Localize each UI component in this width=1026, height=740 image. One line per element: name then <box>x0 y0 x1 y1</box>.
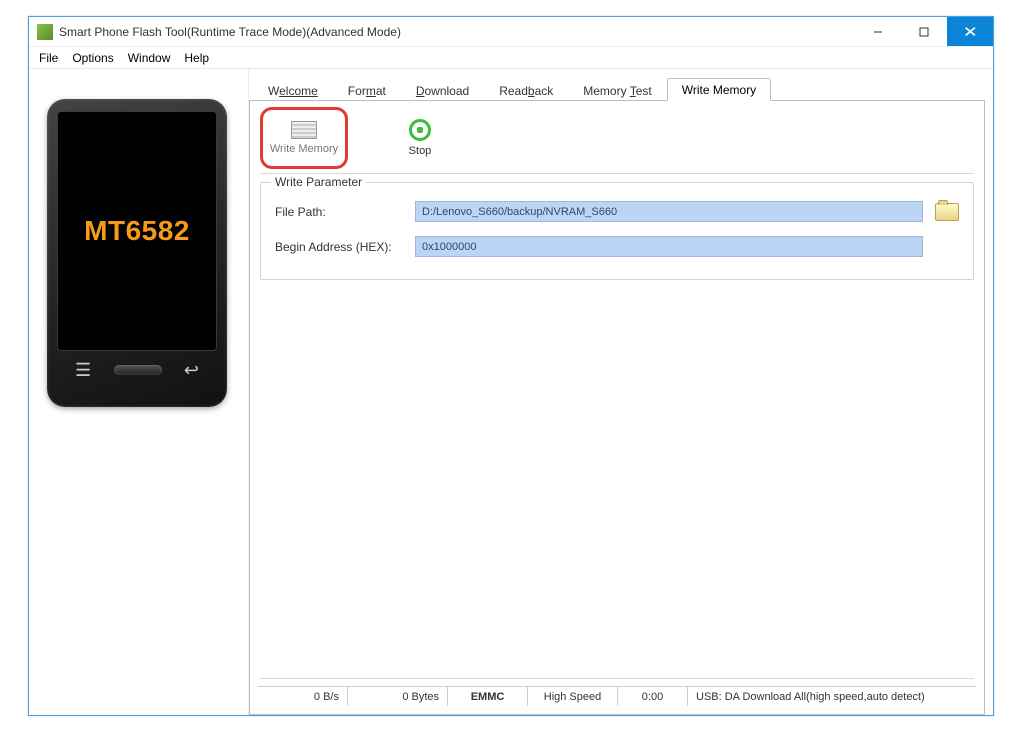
window-title: Smart Phone Flash Tool(Runtime Trace Mod… <box>59 25 401 39</box>
menu-help[interactable]: Help <box>184 51 209 65</box>
tab-write-memory[interactable]: Write Memory <box>667 78 771 101</box>
back-softkey-icon: ↩ <box>184 361 199 379</box>
status-transfer-speed: 0 B/s <box>258 687 348 706</box>
menubar: File Options Window Help <box>29 47 993 69</box>
main-area: Welcome Format Download Readback Memory … <box>249 69 993 715</box>
phone-screen: MT6582 <box>57 111 217 351</box>
tab-download[interactable]: Download <box>401 79 484 101</box>
phone-preview: MT6582 ☰ ↩ <box>47 99 227 407</box>
write-parameter-legend: Write Parameter <box>271 175 366 189</box>
home-softkey-icon <box>114 365 162 375</box>
stop-icon <box>409 119 431 141</box>
titlebar: Smart Phone Flash Tool(Runtime Trace Mod… <box>29 17 993 47</box>
window-controls: ✕ <box>855 17 993 46</box>
maximize-button[interactable] <box>901 17 947 46</box>
begin-address-input[interactable] <box>415 236 923 257</box>
status-time: 0:00 <box>618 687 688 706</box>
tab-welcome[interactable]: Welcome <box>253 79 333 101</box>
tab-strip: Welcome Format Download Readback Memory … <box>249 77 985 101</box>
write-memory-button[interactable]: Write Memory <box>262 109 346 167</box>
memory-chip-icon <box>291 121 317 139</box>
chip-label: MT6582 <box>84 215 190 247</box>
file-path-input[interactable] <box>415 201 923 222</box>
status-mode: High Speed <box>528 687 618 706</box>
begin-address-label: Begin Address (HEX): <box>275 240 415 254</box>
status-storage: EMMC <box>448 687 528 706</box>
stop-label: Stop <box>409 145 432 157</box>
close-button[interactable]: ✕ <box>947 17 993 46</box>
phone-nav-buttons: ☰ ↩ <box>57 351 217 379</box>
sidebar: MT6582 ☰ ↩ <box>29 69 249 715</box>
status-usb: USB: DA Download All(high speed,auto det… <box>688 687 976 706</box>
app-icon <box>37 24 53 40</box>
menu-softkey-icon: ☰ <box>75 361 91 379</box>
file-path-label: File Path: <box>275 205 415 219</box>
tab-content: Write Memory Stop Write Parameter File P… <box>249 101 985 715</box>
tab-memory-test[interactable]: Memory Test <box>568 79 666 101</box>
menu-file[interactable]: File <box>39 51 58 65</box>
write-memory-label: Write Memory <box>270 143 338 155</box>
stop-button[interactable]: Stop <box>378 109 462 167</box>
status-bytes: 0 Bytes <box>348 687 448 706</box>
tab-format[interactable]: Format <box>333 79 401 101</box>
status-bar: 0 B/s 0 Bytes EMMC High Speed 0:00 USB: … <box>258 686 976 706</box>
write-parameter-group: Write Parameter File Path: Begin Address… <box>260 182 974 280</box>
menu-window[interactable]: Window <box>128 51 171 65</box>
toolbar: Write Memory Stop <box>258 107 976 173</box>
tab-readback[interactable]: Readback <box>484 79 568 101</box>
app-window: Smart Phone Flash Tool(Runtime Trace Mod… <box>28 16 994 716</box>
toolbar-separator <box>260 173 974 174</box>
menu-options[interactable]: Options <box>72 51 113 65</box>
minimize-button[interactable] <box>855 17 901 46</box>
browse-folder-icon[interactable] <box>935 203 959 221</box>
